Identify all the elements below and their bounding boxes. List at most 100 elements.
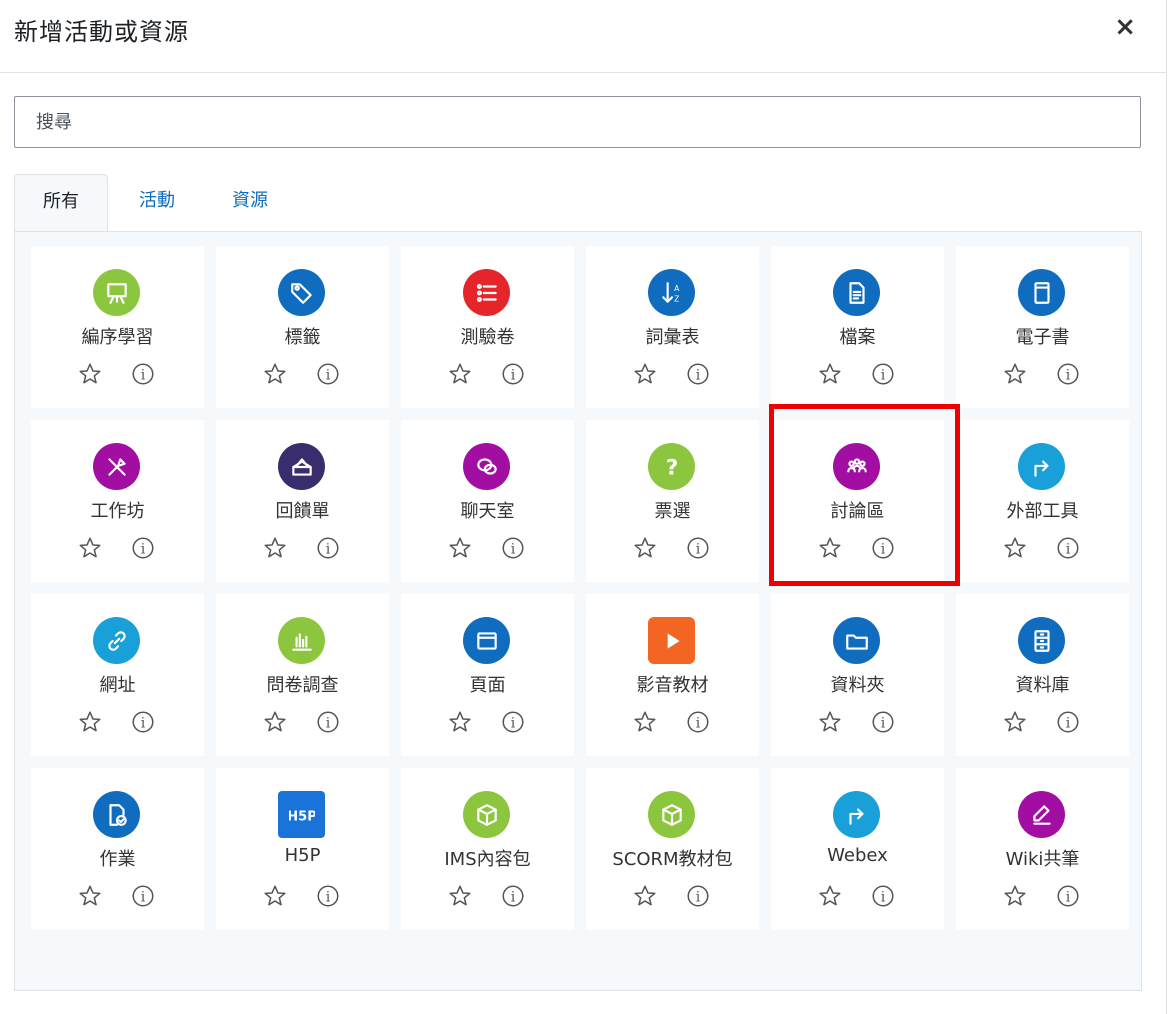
star-icon[interactable] xyxy=(262,361,288,387)
module-card[interactable]: 作業 i xyxy=(31,768,204,930)
module-card[interactable]: 問卷調查 i xyxy=(216,594,389,756)
info-icon[interactable]: i xyxy=(500,535,526,561)
module-card[interactable]: H5P H5P i xyxy=(216,768,389,930)
tab-resources[interactable]: 資源 xyxy=(214,174,286,232)
module-label: Webex xyxy=(827,845,888,866)
info-icon[interactable]: i xyxy=(130,883,156,909)
star-icon[interactable] xyxy=(632,535,658,561)
info-icon[interactable]: i xyxy=(1055,883,1081,909)
search-field[interactable] xyxy=(14,96,1141,148)
star-icon[interactable] xyxy=(817,883,843,909)
external-tool-icon xyxy=(1018,443,1065,490)
star-icon[interactable] xyxy=(262,883,288,909)
star-icon[interactable] xyxy=(1002,361,1028,387)
module-label: 影音教材 xyxy=(636,675,709,696)
svg-text:Z: Z xyxy=(674,294,679,303)
info-icon[interactable]: i xyxy=(1055,361,1081,387)
module-card[interactable]: 回饋單 i xyxy=(216,420,389,582)
module-label: H5P xyxy=(284,845,321,866)
module-card[interactable]: 檔案 i xyxy=(771,246,944,408)
star-icon[interactable] xyxy=(447,361,473,387)
module-card[interactable]: 外部工具 i xyxy=(956,420,1129,582)
glossary-icon: AZ xyxy=(648,269,695,316)
module-label: 討論區 xyxy=(830,501,885,522)
svg-text:i: i xyxy=(696,541,701,557)
svg-text:A: A xyxy=(674,283,680,292)
module-card[interactable]: 網址 i xyxy=(31,594,204,756)
module-card[interactable]: SCORM教材包 i xyxy=(586,768,759,930)
info-icon[interactable]: i xyxy=(500,709,526,735)
info-icon[interactable]: i xyxy=(130,361,156,387)
star-icon[interactable] xyxy=(77,535,103,561)
module-card[interactable]: 標籤 i xyxy=(216,246,389,408)
info-icon[interactable]: i xyxy=(1055,709,1081,735)
info-icon[interactable]: i xyxy=(870,883,896,909)
ims-package-icon xyxy=(463,791,510,838)
info-icon[interactable]: i xyxy=(685,535,711,561)
star-icon[interactable] xyxy=(447,709,473,735)
tab-all[interactable]: 所有 xyxy=(14,174,108,232)
info-icon[interactable]: i xyxy=(130,535,156,561)
star-icon[interactable] xyxy=(817,535,843,561)
star-icon[interactable] xyxy=(77,361,103,387)
svg-text:i: i xyxy=(141,715,146,731)
info-icon[interactable]: i xyxy=(500,361,526,387)
module-grid: 編序學習 i 標籤 i 測驗卷 i A Z 詞彙表 i 檔案 i 電子書 i 工作坊 i 回饋單 i 聊天室 i? 票選… xyxy=(31,246,1129,930)
module-label: Wiki共筆 xyxy=(1005,849,1080,870)
star-icon[interactable] xyxy=(632,709,658,735)
module-card[interactable]: 電子書 i xyxy=(956,246,1129,408)
module-card[interactable]: IMS內容包 i xyxy=(401,768,574,930)
module-card[interactable]: Webex i xyxy=(771,768,944,930)
search-input[interactable] xyxy=(15,97,1140,147)
info-icon[interactable]: i xyxy=(1055,535,1081,561)
star-icon[interactable] xyxy=(817,361,843,387)
svg-text:i: i xyxy=(326,889,331,905)
module-card[interactable]: ? 票選 i xyxy=(586,420,759,582)
module-card[interactable]: 討論區 i xyxy=(771,420,944,582)
star-icon[interactable] xyxy=(262,709,288,735)
chooser-panel: 編序學習 i 標籤 i 測驗卷 i A Z 詞彙表 i 檔案 i 電子書 i 工作坊 i 回饋單 i 聊天室 i? 票選… xyxy=(14,231,1142,991)
info-icon[interactable]: i xyxy=(315,883,341,909)
tab-activities[interactable]: 活動 xyxy=(121,174,193,232)
star-icon[interactable] xyxy=(632,883,658,909)
module-card[interactable]: A Z 詞彙表 i xyxy=(586,246,759,408)
info-icon[interactable]: i xyxy=(685,361,711,387)
info-icon[interactable]: i xyxy=(500,883,526,909)
info-icon[interactable]: i xyxy=(315,361,341,387)
module-label: 問卷調查 xyxy=(266,675,339,696)
close-button[interactable]: × xyxy=(1114,12,1136,42)
module-card[interactable]: 影音教材 i xyxy=(586,594,759,756)
info-icon[interactable]: i xyxy=(130,709,156,735)
info-icon[interactable]: i xyxy=(870,361,896,387)
info-icon[interactable]: i xyxy=(315,535,341,561)
quiz-icon xyxy=(463,269,510,316)
star-icon[interactable] xyxy=(262,535,288,561)
module-card[interactable]: 聊天室 i xyxy=(401,420,574,582)
info-icon[interactable]: i xyxy=(315,709,341,735)
star-icon[interactable] xyxy=(447,883,473,909)
star-icon[interactable] xyxy=(77,709,103,735)
star-icon[interactable] xyxy=(1002,709,1028,735)
module-label: 編序學習 xyxy=(81,327,154,348)
star-icon[interactable] xyxy=(447,535,473,561)
info-icon[interactable]: i xyxy=(685,709,711,735)
module-card[interactable]: 編序學習 i xyxy=(31,246,204,408)
module-card[interactable]: 測驗卷 i xyxy=(401,246,574,408)
info-icon[interactable]: i xyxy=(870,535,896,561)
info-icon[interactable]: i xyxy=(870,709,896,735)
module-card[interactable]: 頁面 i xyxy=(401,594,574,756)
module-label: 檔案 xyxy=(839,327,876,348)
info-icon[interactable]: i xyxy=(685,883,711,909)
star-icon[interactable] xyxy=(632,361,658,387)
wiki-icon xyxy=(1018,791,1065,838)
star-icon[interactable] xyxy=(817,709,843,735)
star-icon[interactable] xyxy=(1002,883,1028,909)
module-card[interactable]: 工作坊 i xyxy=(31,420,204,582)
module-card[interactable]: 資料夾 i xyxy=(771,594,944,756)
module-card[interactable]: 資料庫 i xyxy=(956,594,1129,756)
svg-text:?: ? xyxy=(665,455,678,479)
module-card[interactable]: Wiki共筆 i xyxy=(956,768,1129,930)
star-icon[interactable] xyxy=(1002,535,1028,561)
module-label: 作業 xyxy=(99,849,136,870)
star-icon[interactable] xyxy=(77,883,103,909)
